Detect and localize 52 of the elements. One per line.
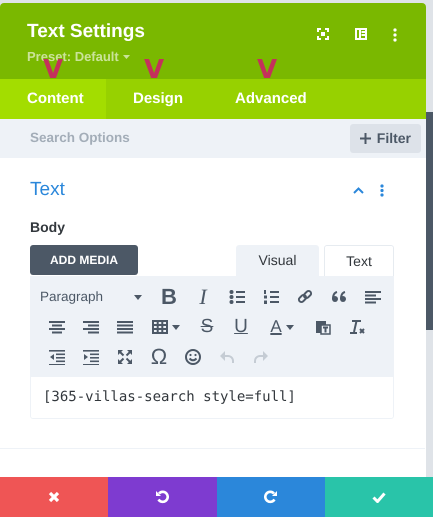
justify-icon xyxy=(117,319,133,335)
bullet-list-icon xyxy=(229,289,245,305)
editor-tab[interactable]: Text xyxy=(324,245,394,276)
outdent-icon xyxy=(49,349,65,365)
smiley-icon xyxy=(185,349,201,365)
align-center-icon xyxy=(49,319,65,335)
redo-icon xyxy=(264,490,278,504)
expand-icon xyxy=(117,349,133,365)
indent-icon xyxy=(83,349,99,365)
redo-arrow-icon xyxy=(253,349,269,365)
caret-icon xyxy=(286,324,294,330)
undo-icon xyxy=(155,490,170,504)
more-options-icon xyxy=(380,184,384,196)
table-icon xyxy=(152,319,168,335)
clipboard-icon xyxy=(315,319,331,335)
focus-icon xyxy=(317,28,329,40)
filter-button[interactable]: Filter xyxy=(350,124,421,153)
caret-icon xyxy=(172,324,180,330)
caret-icon xyxy=(134,294,142,300)
search-bar[interactable]: Search Options Filter xyxy=(0,119,426,158)
close-icon xyxy=(48,491,60,503)
panel-title: Text Settings xyxy=(27,20,145,44)
more-options-icon xyxy=(393,28,397,42)
align-left-icon xyxy=(365,289,381,305)
undo-arrow-icon xyxy=(219,349,235,365)
link-icon xyxy=(297,289,313,305)
format-dropdown[interactable]: Paragraph xyxy=(40,285,152,309)
plus-icon xyxy=(360,133,371,144)
bold-button[interactable]: B xyxy=(152,284,186,310)
align-right-icon xyxy=(83,319,99,335)
scrollbar-thumb[interactable] xyxy=(426,112,433,330)
sidebar-icon xyxy=(355,28,367,40)
text-color-button[interactable]: A xyxy=(258,314,306,340)
annotation-mark: V xyxy=(144,61,164,79)
search-field[interactable]: Search Options xyxy=(30,128,350,149)
editor-tab[interactable]: Visual xyxy=(236,245,319,276)
strike-button[interactable]: S xyxy=(190,314,224,340)
check-icon xyxy=(372,492,386,502)
shortcode-text: [365-villas-search style=full] xyxy=(43,388,296,407)
numbered-list-icon xyxy=(263,289,279,305)
clear-formatting-icon xyxy=(349,319,365,335)
omega-button[interactable]: Ω xyxy=(142,344,176,370)
add-media-button[interactable]: ADD MEDIA xyxy=(30,245,138,275)
field-label: Body xyxy=(30,218,66,236)
annotation-mark: V xyxy=(257,61,278,79)
italic-button[interactable]: I xyxy=(186,284,220,310)
underline-button[interactable]: U xyxy=(224,314,258,340)
annotation-mark: V xyxy=(43,61,64,79)
section-title[interactable]: Text xyxy=(30,177,65,203)
quote-icon xyxy=(331,289,347,305)
editor-content[interactable]: [365-villas-search style=full] xyxy=(30,377,394,419)
caret-icon xyxy=(122,55,130,59)
